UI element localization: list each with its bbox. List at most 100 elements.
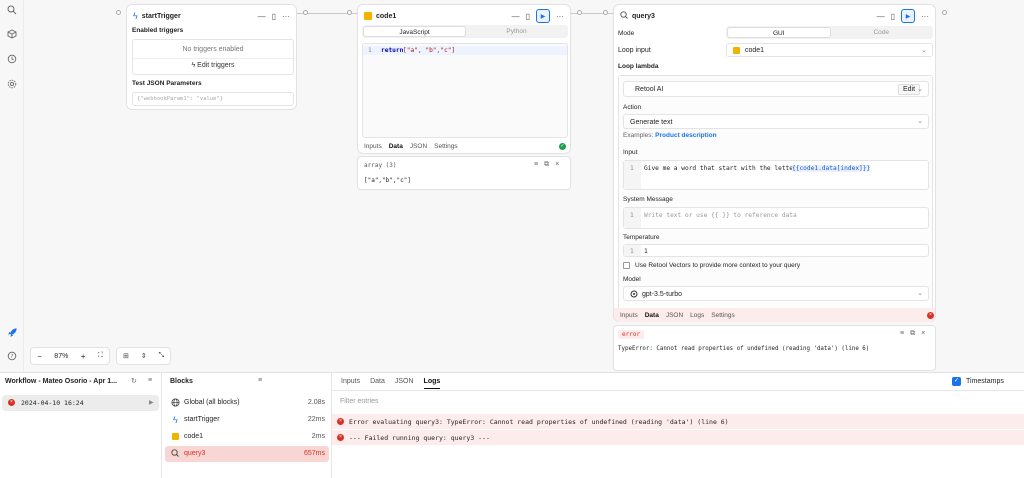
connector-handle[interactable] <box>577 10 582 15</box>
tab-inputs[interactable]: Inputs <box>620 312 638 319</box>
connector-handle[interactable] <box>942 10 947 15</box>
copy-icon[interactable]: ⧉ <box>544 161 549 169</box>
timestamps-checkbox[interactable]: ✓ <box>952 377 961 386</box>
connector-handle[interactable] <box>303 10 308 15</box>
filter-entries-input[interactable]: Filter entries <box>340 398 379 405</box>
panel-icon[interactable]: ▯ <box>272 12 276 21</box>
success-icon: ✓ <box>559 143 566 150</box>
ai-icon <box>171 449 179 459</box>
model-select[interactable]: gpt-3.5-turbo ⌄ <box>623 286 929 301</box>
rocket-icon[interactable] <box>6 327 18 339</box>
line-number: 1 <box>630 165 634 172</box>
block-row[interactable]: Global (all blocks) 2.08s <box>165 395 329 411</box>
action-select[interactable]: Generate text ⌄ <box>623 114 929 129</box>
block-row-selected[interactable]: query3 657ms <box>165 446 329 462</box>
panel-icon[interactable]: ▯ <box>891 12 895 21</box>
card-title: code1 <box>376 12 397 20</box>
triggers-box: No triggers enabled ϟ Edit triggers <box>132 39 294 75</box>
tab-data[interactable]: Data <box>645 312 659 319</box>
tab-json[interactable]: JSON <box>666 312 683 319</box>
query3-card[interactable]: query3 — ▯ ▶ ··· Mode GUI Code Loop inpu… <box>613 4 936 322</box>
retool-vectors-label: Use Retool Vectors to provide more conte… <box>635 262 801 269</box>
more-icon[interactable]: ··· <box>282 12 290 21</box>
query3-result-panel: error ≡ ⧉ × TypeError: Cannot read prope… <box>613 325 936 371</box>
cube-icon[interactable] <box>6 29 18 41</box>
run-button[interactable]: ▶ <box>536 9 550 23</box>
language-toggle[interactable]: JavaScript Python <box>362 25 568 38</box>
card-title: query3 <box>632 12 655 20</box>
copy-icon[interactable]: ⧉ <box>910 330 915 338</box>
tab-logs[interactable]: Logs <box>423 378 441 389</box>
connector-handle[interactable] <box>347 10 352 15</box>
run-button[interactable]: ▶ <box>901 9 915 23</box>
minimize-icon[interactable]: — <box>877 12 885 21</box>
product-description-link[interactable]: Product description <box>655 132 716 139</box>
error-icon: × <box>337 434 344 441</box>
tab-logs[interactable]: Logs <box>690 312 704 319</box>
action-value: Generate text <box>630 119 673 126</box>
tab-inputs[interactable]: Inputs <box>341 378 360 389</box>
block-time: 22ms <box>307 416 325 423</box>
tab-json[interactable]: JSON <box>395 378 414 389</box>
panel-icon[interactable]: ▯ <box>526 12 530 21</box>
more-icon[interactable]: ··· <box>556 12 564 21</box>
input-editor[interactable]: 1 Give me a word that start with the let… <box>623 160 929 190</box>
tab-settings[interactable]: Settings <box>434 143 458 150</box>
temperature-editor[interactable]: 1 1 <box>623 244 929 257</box>
run-row[interactable]: × 2024-04-10 16:24 ▶ <box>2 395 159 411</box>
code1-card[interactable]: code1 — ▯ ▶ ··· JavaScript Python 1 retu… <box>357 4 571 154</box>
close-icon[interactable]: × <box>555 161 559 169</box>
fit-view-icon[interactable]: ⛶ <box>98 352 103 360</box>
tab-settings[interactable]: Settings <box>711 312 735 319</box>
system-message-editor[interactable]: 1 Write text or use {{ }} to reference d… <box>623 207 929 229</box>
minimize-icon[interactable]: — <box>258 12 266 21</box>
tab-code[interactable]: Code <box>831 27 933 38</box>
card-header: code1 — ▯ ▶ ··· <box>358 5 570 27</box>
start-trigger-card[interactable]: ϟ startTrigger — ▯ ··· Enabled triggers … <box>126 4 297 110</box>
search-icon[interactable] <box>6 5 18 17</box>
input-label: Input <box>623 149 638 156</box>
zoom-out-button[interactable]: − <box>37 352 42 361</box>
filter-icon[interactable]: ≡ <box>258 377 262 384</box>
block-name: Global (all blocks) <box>184 399 240 406</box>
filter-icon[interactable]: ≡ <box>148 377 152 384</box>
run-history-panel: Workflow - Mateo Osorio - Apr 1... ↻ ≡ ×… <box>0 372 1024 478</box>
tab-gui[interactable]: GUI <box>727 27 831 38</box>
collapse-icon[interactable]: ⤡ <box>158 352 164 360</box>
resource-select[interactable]: Retool AI Edit ⌄ <box>623 81 929 97</box>
filter-icon[interactable]: ≡ <box>900 330 904 338</box>
tab-data[interactable]: Data <box>389 143 403 150</box>
settings-icon[interactable] <box>6 79 18 91</box>
help-icon[interactable]: ? <box>6 351 18 363</box>
block-row[interactable]: ϟ startTrigger 22ms <box>165 412 329 428</box>
code-editor[interactable]: 1 return ["a", "b","c"] <box>362 43 568 138</box>
block-name: code1 <box>184 433 204 440</box>
grid-icon[interactable]: ⊞ <box>123 352 129 360</box>
more-icon[interactable]: ··· <box>921 12 929 21</box>
model-value: gpt-3.5-turbo <box>642 291 683 298</box>
history-icon[interactable] <box>6 54 18 66</box>
block-row[interactable]: code1 2ms <box>165 429 329 445</box>
loop-input-label: Loop input <box>618 47 651 54</box>
tab-python[interactable]: Python <box>466 26 567 37</box>
minimize-icon[interactable]: — <box>512 12 520 21</box>
refresh-icon[interactable]: ↻ <box>131 377 137 385</box>
connector-handle[interactable] <box>603 10 608 15</box>
edit-triggers-button[interactable]: ϟ Edit triggers <box>133 62 293 69</box>
tab-json[interactable]: JSON <box>410 143 427 150</box>
filter-icon[interactable]: ≡ <box>534 161 538 169</box>
openai-icon <box>630 290 638 300</box>
examples-prefix: Examples: <box>623 132 654 139</box>
loop-input-select[interactable]: code1 ⌄ <box>726 43 933 57</box>
test-json-input[interactable]: {"webhookParam1": "value"} <box>132 92 294 106</box>
tab-javascript[interactable]: JavaScript <box>363 26 466 37</box>
tab-inputs[interactable]: Inputs <box>364 143 382 150</box>
connector-handle[interactable] <box>116 10 121 15</box>
tab-data[interactable]: Data <box>370 378 385 389</box>
mode-toggle[interactable]: GUI Code <box>726 26 933 39</box>
retool-vectors-checkbox[interactable] <box>623 262 630 269</box>
zoom-in-button[interactable]: + <box>81 352 86 361</box>
close-icon[interactable]: × <box>921 330 925 338</box>
workflow-title: Workflow - Mateo Osorio - Apr 1... <box>5 378 118 385</box>
expand-icon[interactable]: ⇕ <box>141 352 147 360</box>
